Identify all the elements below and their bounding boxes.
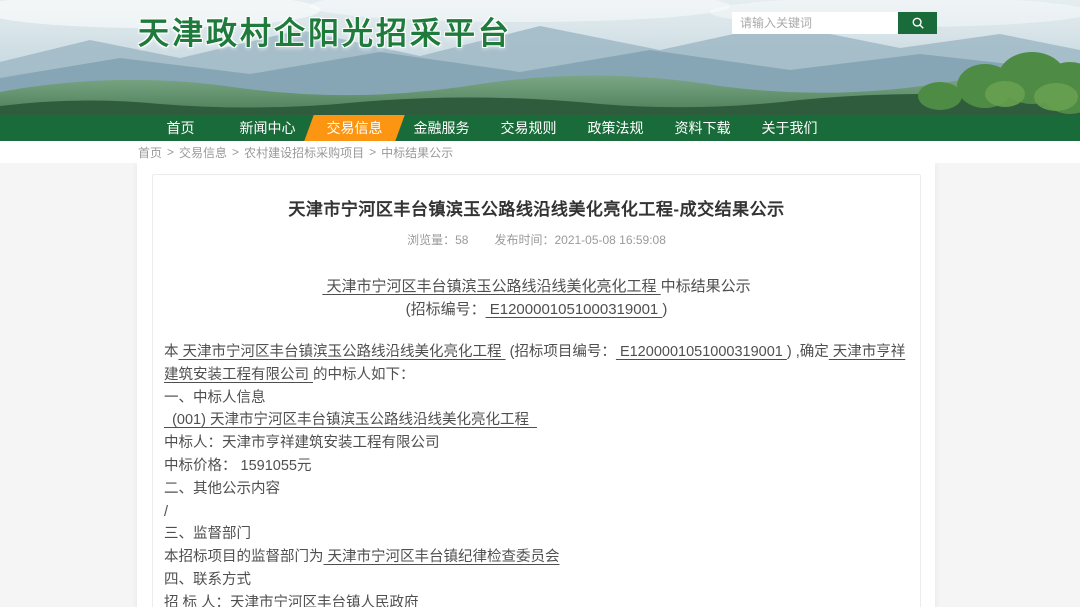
breadcrumb-link[interactable]: 首页 xyxy=(138,144,162,161)
article-line: 四、联系方式 xyxy=(164,569,909,592)
text-segment: (招标编号： xyxy=(406,301,486,318)
views-count: 58 xyxy=(455,233,468,247)
article-subtitle-line: (招标编号： E1200001051000319001 ) xyxy=(164,298,909,321)
text-segment: 招 标 人：天津市宁河区丰台镇人民政府 xyxy=(164,595,419,607)
article-subtitle-block: 天津市宁河区丰台镇滨玉公路线沿线美化亮化工程 中标结果公示(招标编号： E120… xyxy=(164,275,909,321)
text-segment: 本招标项目的监督部门为 xyxy=(164,549,324,565)
text-segment: 四、联系方式 xyxy=(164,572,251,588)
magnifier-icon xyxy=(911,16,925,30)
nav-item-trade-rules[interactable]: 交易规则 xyxy=(485,115,572,141)
nav-item-label: 资料下载 xyxy=(675,118,731,138)
article-line: (001) 天津市宁河区丰台镇滨玉公路线沿线美化亮化工程 xyxy=(164,409,909,432)
breadcrumb-link[interactable]: 交易信息 xyxy=(179,144,227,161)
nav-item-label: 新闻中心 xyxy=(240,118,296,138)
breadcrumb-separator: > xyxy=(232,145,239,159)
text-segment: 二、其他公示内容 xyxy=(164,481,280,497)
article-body: 本 天津市宁河区丰台镇滨玉公路线沿线美化亮化工程 (招标项目编号： E12000… xyxy=(164,341,909,607)
breadcrumb-link[interactable]: 农村建设招标采购项目 xyxy=(244,144,364,161)
underlined-text: 天津市宁河区丰台镇滨玉公路线沿线美化亮化工程 xyxy=(322,278,660,295)
nav-item-label: 首页 xyxy=(167,118,195,138)
search-button[interactable] xyxy=(898,12,937,34)
text-segment: 中标结果公示 xyxy=(661,278,751,295)
nav-item-about[interactable]: 关于我们 xyxy=(746,115,833,141)
article-line: 三、监督部门 xyxy=(164,523,909,546)
text-segment: / xyxy=(164,504,168,520)
nav-item-label: 交易规则 xyxy=(501,118,557,138)
nav-item-home[interactable]: 首页 xyxy=(137,115,224,141)
article-line: 二、其他公示内容 xyxy=(164,478,909,501)
nav-item-downloads[interactable]: 资料下载 xyxy=(659,115,746,141)
underlined-text: E1200001051000319001 xyxy=(616,344,787,360)
nav-item-news[interactable]: 新闻中心 xyxy=(224,115,311,141)
article-line: / xyxy=(164,501,909,524)
content-card: 天津市宁河区丰台镇滨玉公路线沿线美化亮化工程-成交结果公示 浏览量：58 发布时间… xyxy=(137,163,935,607)
site-title: 天津政村企阳光招采平台 xyxy=(138,8,512,53)
views-label: 浏览量： xyxy=(407,233,455,247)
text-segment: 中标价格： 1591055元 xyxy=(164,458,311,474)
publish-time: 2021-05-08 16:59:08 xyxy=(554,233,665,247)
text-segment: 三、监督部门 xyxy=(164,526,251,542)
breadcrumb: 首页 > 交易信息 > 农村建设招标采购项目 > 中标结果公示 xyxy=(0,141,1080,163)
article-line: 本招标项目的监督部门为 天津市宁河区丰台镇纪律检查委员会 xyxy=(164,546,909,569)
nav-item-trade-info[interactable]: 交易信息 xyxy=(311,115,398,141)
breadcrumb-separator: > xyxy=(369,145,376,159)
article-line: 本 天津市宁河区丰台镇滨玉公路线沿线美化亮化工程 (招标项目编号： E12000… xyxy=(164,341,909,387)
breadcrumb-current: 中标结果公示 xyxy=(381,144,453,161)
publish-label: 发布时间： xyxy=(494,233,554,247)
text-segment: ) ,确定 xyxy=(787,344,829,360)
underlined-text: E1200001051000319001 xyxy=(486,301,663,318)
text-segment: 中标人：天津市亨祥建筑安装工程有限公司 xyxy=(164,435,440,451)
text-segment: 一、中标人信息 xyxy=(164,390,266,406)
article-line: 中标人：天津市亨祥建筑安装工程有限公司 xyxy=(164,432,909,455)
breadcrumb-separator: > xyxy=(167,145,174,159)
article-line: 中标价格： 1591055元 xyxy=(164,455,909,478)
nav-item-label: 金融服务 xyxy=(414,118,470,138)
text-segment: (招标项目编号： xyxy=(506,344,616,360)
article-meta: 浏览量：58 发布时间：2021-05-08 16:59:08 xyxy=(164,231,909,248)
nav-item-finance[interactable]: 金融服务 xyxy=(398,115,485,141)
text-segment: 本 xyxy=(164,344,179,360)
main-nav: 首页 新闻中心 交易信息 金融服务 交易规则 政策法规 资料下载 关于我们 xyxy=(0,115,1080,141)
nav-item-policies[interactable]: 政策法规 xyxy=(572,115,659,141)
text-segment: ) xyxy=(662,301,667,318)
article-panel: 天津市宁河区丰台镇滨玉公路线沿线美化亮化工程-成交结果公示 浏览量：58 发布时间… xyxy=(152,174,921,607)
search-input[interactable] xyxy=(732,12,898,34)
article-line: 招 标 人：天津市宁河区丰台镇人民政府 xyxy=(164,592,909,607)
underlined-text: (001) 天津市宁河区丰台镇滨玉公路线沿线美化亮化工程 xyxy=(164,412,537,428)
underlined-text: 天津市宁河区丰台镇纪律检查委员会 xyxy=(324,549,560,565)
nav-item-label: 政策法规 xyxy=(588,118,644,138)
article-line: 一、中标人信息 xyxy=(164,387,909,410)
article-title: 天津市宁河区丰台镇滨玉公路线沿线美化亮化工程-成交结果公示 xyxy=(164,195,909,220)
search-box xyxy=(732,12,937,34)
article-subtitle-line: 天津市宁河区丰台镇滨玉公路线沿线美化亮化工程 中标结果公示 xyxy=(164,275,909,298)
main-area: 天津市宁河区丰台镇滨玉公路线沿线美化亮化工程-成交结果公示 浏览量：58 发布时间… xyxy=(0,163,1080,607)
header-banner: 天津政村企阳光招采平台 xyxy=(0,0,1080,115)
text-segment: 的中标人如下： xyxy=(313,367,415,383)
underlined-text: 天津市宁河区丰台镇滨玉公路线沿线美化亮化工程 xyxy=(179,344,506,360)
nav-item-label: 关于我们 xyxy=(762,118,818,138)
nav-item-label: 交易信息 xyxy=(327,118,383,138)
page: 天津政村企阳光招采平台 首页新闻中心交易信息金融服务交易规则政策法规资料下载关于… xyxy=(0,0,1080,607)
